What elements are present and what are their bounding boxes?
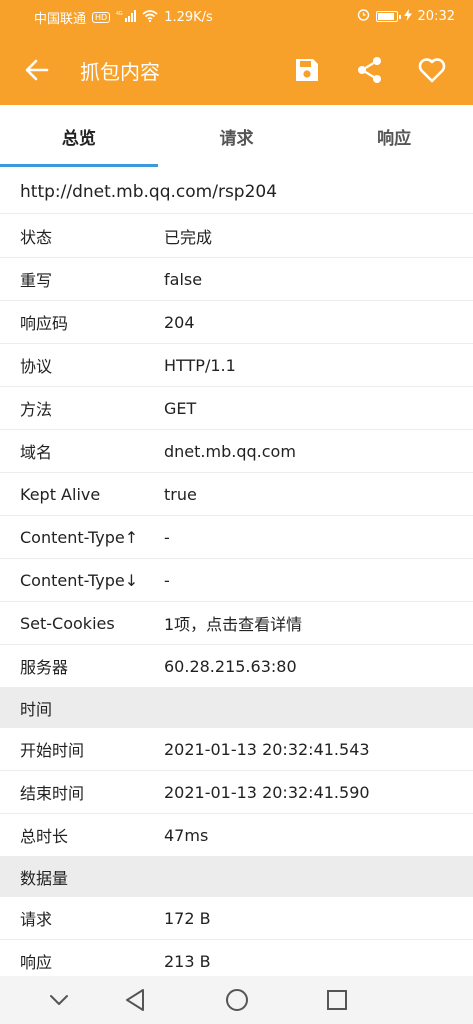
row-key: 响应码 [20,314,69,333]
row-method: 方法 GET [0,387,473,430]
section-header-data-size: 数据量 [0,857,473,897]
save-icon[interactable] [289,52,325,88]
row-value: 已完成 [164,228,213,247]
row-domain: 域名 dnet.mb.qq.com [0,430,473,473]
chevron-down-icon[interactable] [42,984,76,1016]
network-speed: 1.29K/s [164,10,213,25]
back-arrow-icon[interactable] [20,55,54,85]
row-key: 状态 [20,228,53,247]
row-key: Kept Alive [20,484,101,504]
app-root: 中国联通 HD 4G 1.29K/s 20:32 抓包内容 总览 请求 响应 h… [0,0,473,1024]
detail-list: 状态 已完成 重写 false 响应码 204 协议 HTTP/1.1 方法 GET 域名… [0,215,473,983]
row-value: 60.28.215.63:80 [164,656,297,676]
row-response-code: 响应码 204 [0,301,473,344]
row-status: 状态 已完成 [0,215,473,258]
status-bar-right: 20:32 [357,8,455,25]
row-rewrite: 重写 false [0,258,473,301]
row-value: 2021-01-13 20:32:41.543 [164,739,370,759]
system-nav-bar [0,976,473,1024]
row-duration: 总时长 47ms [0,814,473,857]
row-value: true [164,484,197,504]
app-bar: 抓包内容 [0,34,473,105]
nav-home-icon[interactable] [220,984,254,1016]
signal-icon: 4G [116,9,137,26]
page-title: 抓包内容 [80,60,160,84]
row-key: Content-Type↓ [20,570,139,590]
row-key: 协议 [20,357,53,376]
row-value: GET [164,398,197,418]
row-key: 总时长 [20,827,69,846]
row-key: 响应 [20,953,53,972]
row-key: Content-Type↑ [20,527,139,547]
tab-overview[interactable]: 总览 [0,105,158,167]
row-value: - [164,527,170,547]
row-value: 172 B [164,908,211,928]
tab-indicator [0,164,158,167]
tab-request[interactable]: 请求 [158,105,316,167]
row-protocol: 协议 HTTP/1.1 [0,344,473,387]
battery-icon [375,11,401,22]
row-key: 开始时间 [20,741,85,760]
row-value: - [164,570,170,590]
tab-bar: 总览 请求 响应 [0,105,473,167]
row-key: 域名 [20,443,53,462]
alarm-icon [357,8,370,25]
row-key: 重写 [20,271,53,290]
row-content-type-up: Content-Type↑ - [0,516,473,559]
carrier-name: 中国联通 [34,12,87,27]
charging-icon [403,8,412,25]
wifi-icon [142,9,158,26]
row-value: 213 B [164,951,211,971]
row-request-size: 请求 172 B [0,897,473,940]
row-key: 方法 [20,400,53,419]
status-time: 20:32 [417,9,455,24]
tab-response[interactable]: 响应 [315,105,473,167]
row-value: 1项，点击查看详情 [164,615,303,634]
hd-badge: HD [92,12,111,23]
row-content-type-down: Content-Type↓ - [0,559,473,602]
row-key: 结束时间 [20,784,85,803]
nav-back-icon[interactable] [118,984,152,1016]
row-value: HTTP/1.1 [164,355,236,375]
row-end-time: 结束时间 2021-01-13 20:32:41.590 [0,771,473,814]
row-set-cookies[interactable]: Set-Cookies 1项，点击查看详情 [0,602,473,645]
row-value: dnet.mb.qq.com [164,441,296,461]
row-key: 服务器 [20,658,69,677]
row-key: Set-Cookies [20,613,115,633]
nav-recent-icon[interactable] [320,984,354,1016]
row-start-time: 开始时间 2021-01-13 20:32:41.543 [0,728,473,771]
section-header-time: 时间 [0,688,473,728]
row-kept-alive: Kept Alive true [0,473,473,516]
heart-icon[interactable] [414,52,450,88]
status-bar: 中国联通 HD 4G 1.29K/s 20:32 [0,0,473,34]
row-value: 47ms [164,825,209,845]
status-bar-left: 中国联通 HD 4G 1.29K/s [34,8,213,27]
row-value: 2021-01-13 20:32:41.590 [164,782,370,802]
row-key: 请求 [20,910,53,929]
row-server: 服务器 60.28.215.63:80 [0,645,473,688]
request-url[interactable]: http://dnet.mb.qq.com/rsp204 [0,170,473,214]
row-value: 204 [164,312,195,332]
network-label: 4G [116,11,123,17]
row-value: false [164,269,203,289]
header: 中国联通 HD 4G 1.29K/s 20:32 抓包内容 [0,0,473,105]
share-icon[interactable] [352,52,388,88]
